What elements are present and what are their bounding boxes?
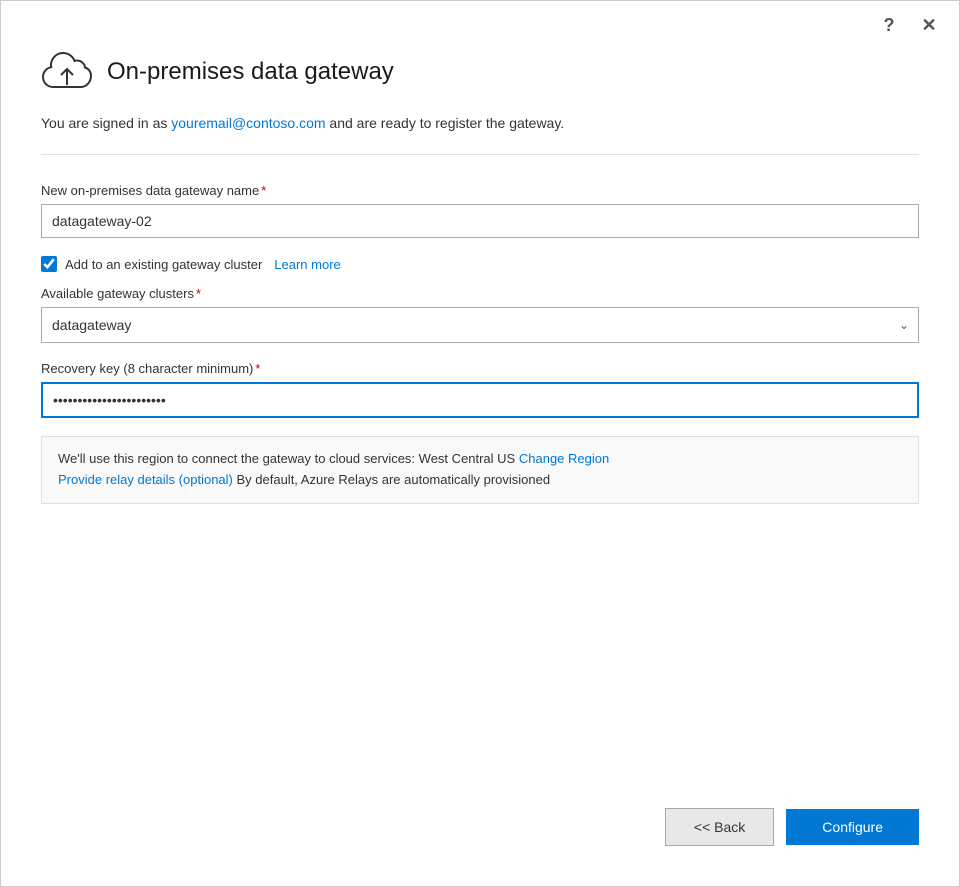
add-to-cluster-checkbox[interactable]: [41, 256, 57, 272]
cluster-select-wrapper: datagateway ⌄: [41, 307, 919, 343]
gateway-name-required-star: *: [261, 183, 266, 198]
learn-more-link[interactable]: Learn more: [274, 257, 340, 272]
cluster-label: Available gateway clusters*: [41, 286, 919, 301]
dialog-title: On-premises data gateway: [107, 58, 394, 86]
close-button[interactable]: ✕: [915, 11, 943, 39]
section-divider: [41, 154, 919, 155]
recovery-key-input[interactable]: [41, 382, 919, 418]
back-button[interactable]: << Back: [665, 808, 774, 846]
recovery-key-group: Recovery key (8 character minimum)*: [41, 361, 919, 418]
gateway-name-group: New on-premises data gateway name*: [41, 183, 919, 238]
relay-details-link[interactable]: Provide relay details (optional): [58, 472, 233, 487]
change-region-link[interactable]: Change Region: [519, 451, 609, 466]
checkbox-row: Add to an existing gateway cluster Learn…: [41, 256, 919, 272]
region-info-text: We'll use this region to connect the gat…: [58, 451, 515, 466]
cloud-upload-icon: [41, 49, 93, 95]
gateway-name-label: New on-premises data gateway name*: [41, 183, 919, 198]
recovery-key-label: Recovery key (8 character minimum)*: [41, 361, 919, 376]
signed-in-suffix: and are ready to register the gateway.: [326, 115, 565, 131]
checkbox-label[interactable]: Add to an existing gateway cluster: [65, 257, 262, 272]
signed-in-message: You are signed in as youremail@contoso.c…: [41, 113, 919, 134]
dialog-container: ? ✕ On-premises data gateway You are sig…: [0, 0, 960, 887]
dialog-footer: << Back Configure: [1, 788, 959, 886]
dialog-top-bar: ? ✕: [1, 1, 959, 49]
help-button[interactable]: ?: [875, 11, 903, 39]
dialog-content: On-premises data gateway You are signed …: [1, 49, 959, 788]
dialog-header: On-premises data gateway: [41, 49, 919, 95]
configure-button[interactable]: Configure: [786, 809, 919, 845]
relay-details-line: Provide relay details (optional) By defa…: [58, 470, 902, 491]
recovery-key-required-star: *: [255, 361, 260, 376]
signed-in-email: youremail@contoso.com: [171, 115, 325, 131]
gateway-name-input[interactable]: [41, 204, 919, 238]
info-box: We'll use this region to connect the gat…: [41, 436, 919, 504]
signed-in-prefix: You are signed in as: [41, 115, 171, 131]
relay-details-suffix: By default, Azure Relays are automatical…: [233, 472, 550, 487]
cluster-group: Available gateway clusters* datagateway …: [41, 286, 919, 343]
region-info-line: We'll use this region to connect the gat…: [58, 449, 902, 470]
cluster-select[interactable]: datagateway: [41, 307, 919, 343]
cluster-required-star: *: [196, 286, 201, 301]
